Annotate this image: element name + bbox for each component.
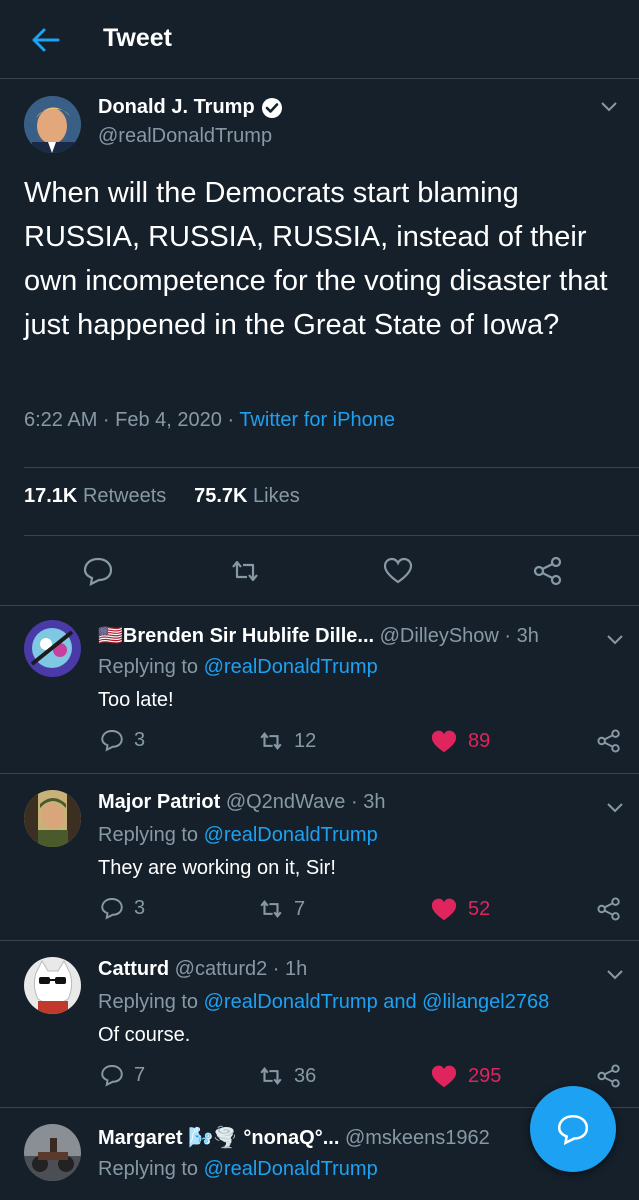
- retweet-button[interactable]: 36: [258, 1063, 316, 1089]
- author-name[interactable]: Donald J. Trump: [98, 96, 283, 119]
- heart-filled-icon: [431, 898, 457, 921]
- reply-author-name[interactable]: Catturd: [98, 958, 169, 980]
- retweets-stat[interactable]: 17.1K Retweets: [24, 485, 166, 507]
- share-icon[interactable]: [596, 728, 622, 754]
- reply-author-handle[interactable]: @Q2ndWave · 3h: [226, 791, 386, 813]
- back-arrow-icon[interactable]: [30, 26, 60, 54]
- reply-header: 🇺🇸Brenden Sir Hublife Dille... @DilleySh…: [98, 623, 539, 648]
- chevron-down-icon[interactable]: [600, 101, 618, 113]
- like-count: 89: [468, 729, 491, 752]
- share-icon[interactable]: [532, 555, 564, 587]
- avatar[interactable]: [24, 96, 81, 153]
- like-button[interactable]: 52: [430, 896, 490, 922]
- likes-stat[interactable]: 75.7K Likes: [194, 485, 300, 507]
- retweet-button[interactable]: 12: [258, 728, 316, 754]
- replying-to-label: Replying to: [98, 824, 204, 846]
- reply-author-handle[interactable]: @catturd2 · 1h: [175, 958, 308, 980]
- replying-to-link[interactable]: @realDonaldTrump and @lilangel2768: [204, 991, 550, 1013]
- tweet-time: 6:22 AM · Feb 4, 2020 ·: [24, 409, 240, 431]
- reply-text: Too late!: [98, 689, 174, 711]
- reply-icon: [101, 1065, 123, 1087]
- replying-to-link[interactable]: @realDonaldTrump: [204, 1158, 378, 1180]
- likes-count: 75.7K: [194, 485, 248, 507]
- top-bar: Tweet: [0, 0, 639, 79]
- reply-button[interactable]: 3: [100, 896, 145, 920]
- compose-reply-button[interactable]: [530, 1086, 616, 1172]
- share-icon[interactable]: [596, 1063, 622, 1089]
- share-icon[interactable]: [596, 896, 622, 922]
- retweet-icon: [260, 731, 282, 751]
- retweets-count: 17.1K: [24, 485, 78, 507]
- reply-author-name[interactable]: Major Patriot: [98, 791, 220, 813]
- tweet-source-link[interactable]: Twitter for iPhone: [239, 409, 395, 431]
- retweet-button[interactable]: 7: [258, 896, 305, 922]
- reply-icon: [101, 730, 123, 752]
- retweet-icon: [260, 899, 282, 919]
- reply-author-name[interactable]: Margaret 🌬️🌪️ °nonaQ°...: [98, 1127, 339, 1149]
- reply-tweet[interactable]: Catturd @catturd2 · 1h Replying to @real…: [0, 941, 639, 1108]
- tweet-meta: 6:22 AM · Feb 4, 2020 · Twitter for iPho…: [24, 409, 395, 432]
- author-name-text: Donald J. Trump: [98, 96, 255, 118]
- like-button[interactable]: 89: [430, 728, 490, 754]
- replying-to-link[interactable]: @realDonaldTrump: [204, 824, 378, 846]
- replying-to: Replying to @realDonaldTrump and @lilang…: [98, 991, 549, 1014]
- retweet-count: 12: [294, 729, 317, 752]
- chevron-down-icon[interactable]: [606, 969, 624, 981]
- reply-tweet[interactable]: 🇺🇸Brenden Sir Hublife Dille... @DilleySh…: [0, 606, 639, 774]
- reply-actions: 3 7 52: [0, 896, 639, 926]
- retweet-count: 36: [294, 1064, 317, 1087]
- verified-badge-icon: [261, 97, 282, 118]
- replying-to: Replying to @realDonaldTrump: [98, 1158, 378, 1181]
- likes-label: Likes: [253, 485, 300, 507]
- reply-text: Of course.: [98, 1024, 191, 1046]
- page-title: Tweet: [103, 24, 172, 52]
- heart-filled-icon: [431, 730, 457, 753]
- chevron-down-icon[interactable]: [606, 802, 624, 814]
- reply-actions: 3 12 89: [0, 728, 639, 758]
- reply-tweet[interactable]: Major Patriot @Q2ndWave · 3h Replying to…: [0, 774, 639, 941]
- avatar[interactable]: [24, 790, 81, 847]
- like-count: 52: [468, 897, 491, 920]
- tweet-stats: 17.1K Retweets 75.7K Likes: [24, 485, 300, 508]
- retweet-icon: [260, 1066, 282, 1086]
- replying-to-label: Replying to: [98, 991, 204, 1013]
- reply-header: Catturd @catturd2 · 1h: [98, 958, 307, 981]
- replying-to-label: Replying to: [98, 1158, 204, 1180]
- replying-to-label: Replying to: [98, 656, 204, 678]
- reply-author-handle[interactable]: @DilleyShow · 3h: [380, 625, 539, 647]
- replying-to: Replying to @realDonaldTrump: [98, 824, 378, 847]
- reply-actions: 7 36 295: [0, 1063, 639, 1093]
- reply-header: Margaret 🌬️🌪️ °nonaQ°... @mskeens1962: [98, 1125, 490, 1150]
- retweet-icon[interactable]: [229, 555, 261, 587]
- reply-button[interactable]: 3: [100, 728, 145, 752]
- like-icon[interactable]: [382, 555, 414, 587]
- divider: [24, 535, 639, 536]
- reply-count: 7: [134, 1063, 146, 1086]
- avatar[interactable]: [24, 1124, 81, 1181]
- avatar[interactable]: [24, 620, 81, 677]
- chevron-down-icon[interactable]: [606, 634, 624, 646]
- replying-to-link[interactable]: @realDonaldTrump: [204, 656, 378, 678]
- reply-count: 3: [134, 728, 146, 751]
- divider: [24, 467, 639, 468]
- reply-header: Major Patriot @Q2ndWave · 3h: [98, 791, 385, 814]
- replying-to: Replying to @realDonaldTrump: [98, 656, 378, 679]
- retweets-label: Retweets: [82, 485, 167, 507]
- like-count: 295: [468, 1064, 502, 1087]
- reply-author-name[interactable]: 🇺🇸Brenden Sir Hublife Dille...: [98, 625, 374, 647]
- like-button[interactable]: 295: [430, 1063, 501, 1089]
- reply-text: They are working on it, Sir!: [98, 857, 336, 879]
- author-handle[interactable]: @realDonaldTrump: [98, 125, 272, 148]
- reply-count: 3: [134, 896, 146, 919]
- reply-bubble-icon: [557, 1114, 589, 1146]
- reply-button[interactable]: 7: [100, 1063, 145, 1087]
- retweet-count: 7: [294, 897, 306, 920]
- reply-icon: [101, 898, 123, 920]
- reply-icon[interactable]: [82, 555, 114, 587]
- tweet-text: When will the Democrats start blaming RU…: [24, 177, 608, 341]
- reply-author-handle[interactable]: @mskeens1962: [345, 1127, 490, 1149]
- heart-filled-icon: [431, 1065, 457, 1088]
- avatar[interactable]: [24, 957, 81, 1014]
